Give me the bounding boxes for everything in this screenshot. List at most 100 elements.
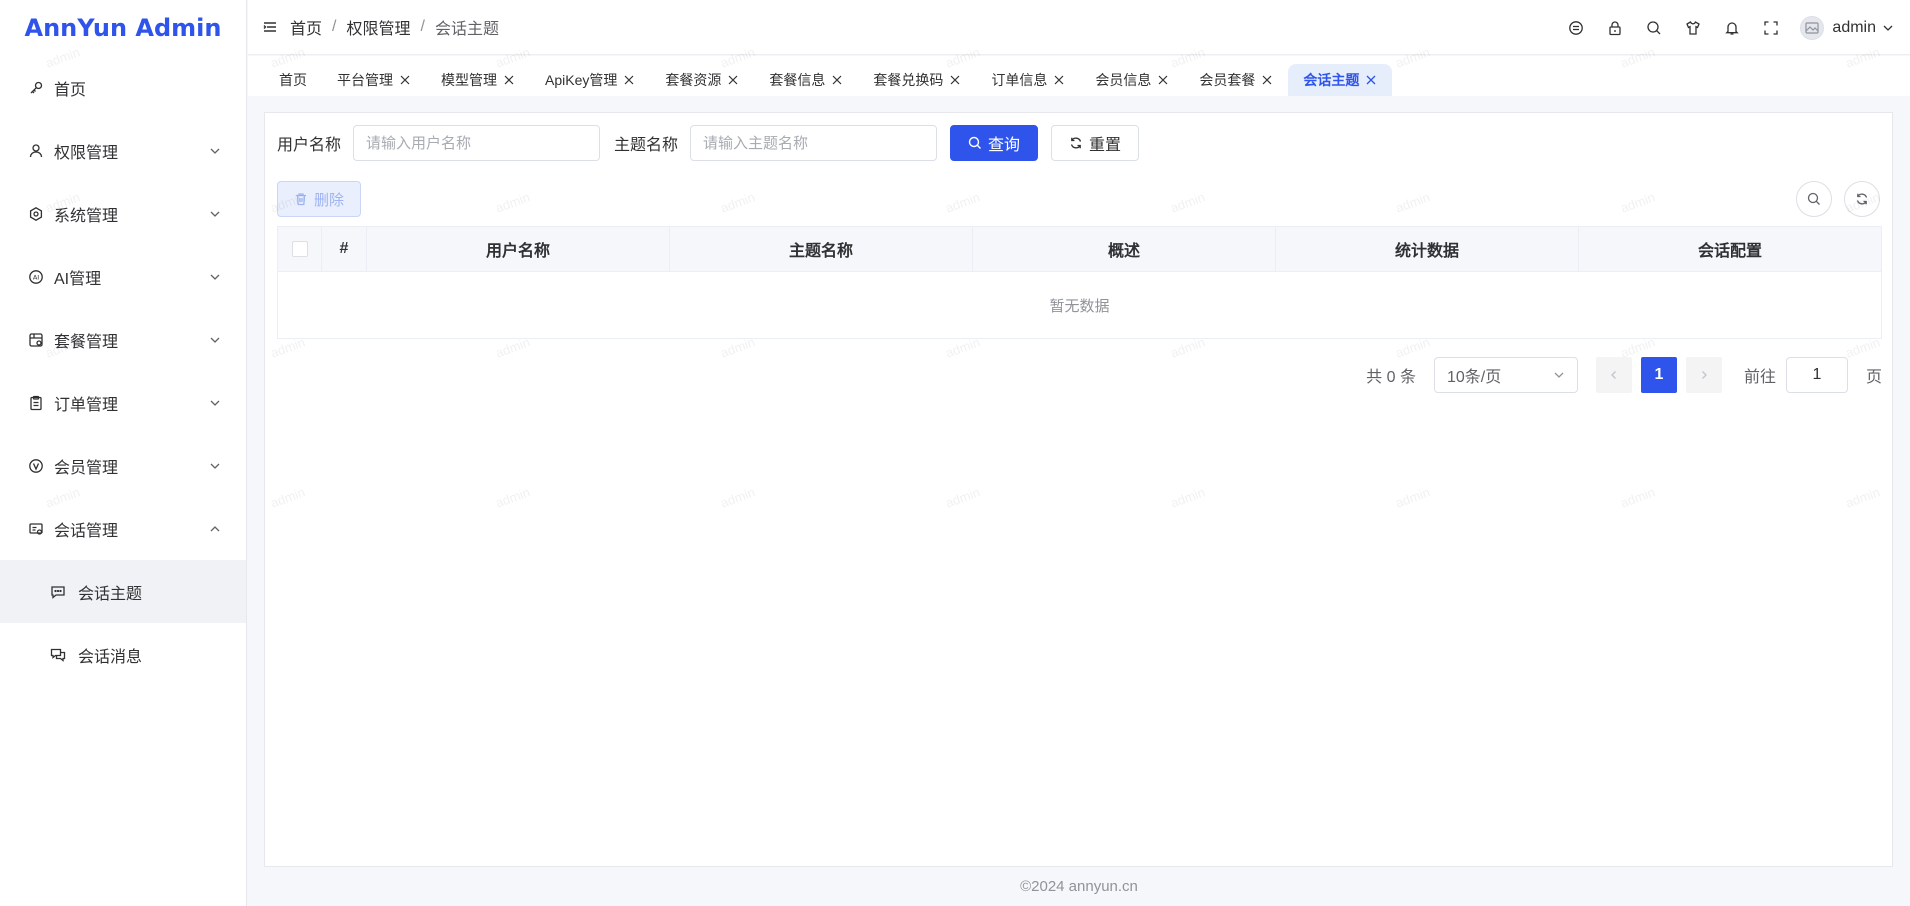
tab-label: 模型管理 [441,72,497,88]
goto-page-input[interactable] [1785,357,1848,393]
topic-input[interactable] [690,125,938,161]
package-icon [28,332,44,348]
search-icon[interactable] [1634,0,1673,55]
search-form: 用户名称 主题名称 查询 重置 [277,125,1140,161]
page-size-value: 10条/页 [1446,369,1502,386]
sidebar-item-home[interactable]: 首页 [0,56,246,119]
svg-text:AI: AI [33,273,39,281]
tab-label: 套餐信息 [769,72,826,88]
tab-home[interactable]: 首页 [264,64,322,96]
sidebar-subitem-session-messages[interactable]: 会话消息 [0,623,246,686]
sidebar-item-sessions[interactable]: 会话管理 [0,497,246,560]
tab-orders[interactable]: 订单信息 [976,64,1080,96]
tab-label: ApiKey管理 [545,72,618,88]
clipboard-icon [28,395,44,411]
footer-copyright: ©2024 annyun.cn [1020,878,1138,895]
chat-bubble-icon [50,584,66,600]
delete-button-label: 删除 [314,191,345,209]
refresh-icon [1855,192,1869,206]
toggle-search-button[interactable] [1796,181,1832,217]
close-icon[interactable] [399,74,411,86]
fullscreen-icon[interactable] [1751,0,1790,55]
tab-session-topics[interactable]: 会话主题 [1288,64,1393,96]
tab-redeem-codes[interactable]: 套餐兑换码 [858,64,976,96]
header-actions: admin [1556,0,1910,55]
sidebar-item-permissions[interactable]: 权限管理 [0,119,246,182]
close-icon[interactable] [1157,74,1169,86]
select-all-checkbox[interactable] [291,241,308,257]
sidebar-item-ai[interactable]: AI AI管理 [0,245,246,308]
sidebar-item-label: 订单管理 [54,396,119,414]
select-all-cell [278,227,322,271]
trash-icon [294,192,308,206]
tab-label: 会员信息 [1095,72,1152,88]
close-icon[interactable] [503,74,515,86]
breadcrumb-item-permissions[interactable]: 权限管理 [346,15,410,39]
content-panel: 用户名称 主题名称 查询 重置 删除 # 用户名称 [264,112,1893,867]
tab-apikeys[interactable]: ApiKey管理 [530,64,650,96]
chevron-left-icon [1609,370,1619,380]
sidebar-subitem-session-topics[interactable]: 会话主题 [0,560,246,623]
reset-button-label: 重置 [1089,137,1122,154]
close-icon[interactable] [623,74,635,86]
reset-button[interactable]: 重置 [1051,125,1140,161]
close-icon[interactable] [1365,74,1377,86]
ai-icon: AI [28,269,44,285]
sidebar-item-orders[interactable]: 订单管理 [0,371,246,434]
chat-manage-icon [28,521,44,537]
query-button[interactable]: 查询 [950,125,1039,161]
topic-label: 主题名称 [614,137,679,154]
tab-package-resources[interactable]: 套餐资源 [650,64,754,96]
menu-toggle-icon[interactable] [262,19,278,35]
tab-label: 订单信息 [991,72,1048,88]
tab-member-info[interactable]: 会员信息 [1080,64,1184,96]
tabs-bar: 首页 平台管理 模型管理 ApiKey管理 套餐资源 套餐信息 套餐兑换码 订单… [248,56,1910,96]
refresh-table-button[interactable] [1844,181,1880,217]
page-size-select[interactable]: 10条/页 [1433,357,1578,393]
chevron-down-icon [208,270,222,284]
close-icon[interactable] [831,74,843,86]
tab-label: 套餐资源 [665,72,722,88]
delete-button[interactable]: 删除 [277,181,362,217]
chevron-down-icon [1553,369,1565,381]
sidebar-item-members[interactable]: 会员管理 [0,434,246,497]
lock-icon[interactable] [1595,0,1634,55]
bell-icon[interactable] [1712,0,1751,55]
next-page-button[interactable] [1685,357,1722,393]
sidebar-item-packages[interactable]: 套餐管理 [0,308,246,371]
breadcrumb-separator: / [332,18,337,35]
page-suffix-label: 页 [1865,369,1882,386]
sidebar-item-label: AI管理 [54,270,102,288]
user-menu[interactable]: admin [1800,15,1894,40]
sidebar-item-label: 会员管理 [54,459,119,477]
avatar [1800,15,1825,40]
tab-member-packages[interactable]: 会员套餐 [1184,64,1288,96]
close-icon[interactable] [1261,74,1273,86]
breadcrumb-item-current: 会话主题 [434,21,499,38]
tab-label: 会话主题 [1303,72,1360,88]
goto-label: 前往 [1743,369,1776,386]
tab-package-info[interactable]: 套餐信息 [754,64,858,96]
username-input[interactable] [353,125,601,161]
page-number-current[interactable]: 1 [1640,357,1677,393]
close-icon[interactable] [727,74,739,86]
breadcrumb-separator: / [420,18,425,35]
search-icon [1807,192,1821,206]
sidebar-item-label: 会话消息 [78,648,143,666]
prev-page-button[interactable] [1595,357,1632,393]
sidebar-item-label: 会话主题 [78,585,143,603]
chevron-down-icon [208,396,222,410]
chevron-up-icon [208,522,222,536]
query-button-label: 查询 [988,137,1021,154]
close-icon[interactable] [949,74,961,86]
tab-platforms[interactable]: 平台管理 [322,64,426,96]
sidebar-item-label: 系统管理 [54,207,119,225]
tab-models[interactable]: 模型管理 [426,64,530,96]
column-header-summary: 概述 [973,227,1276,271]
breadcrumb-item-home[interactable]: 首页 [290,15,322,39]
sidebar-item-system[interactable]: 系统管理 [0,182,246,245]
close-icon[interactable] [1053,74,1065,86]
vip-icon [28,458,44,474]
shirt-icon[interactable] [1673,0,1712,55]
tag-icon[interactable] [1556,0,1595,55]
